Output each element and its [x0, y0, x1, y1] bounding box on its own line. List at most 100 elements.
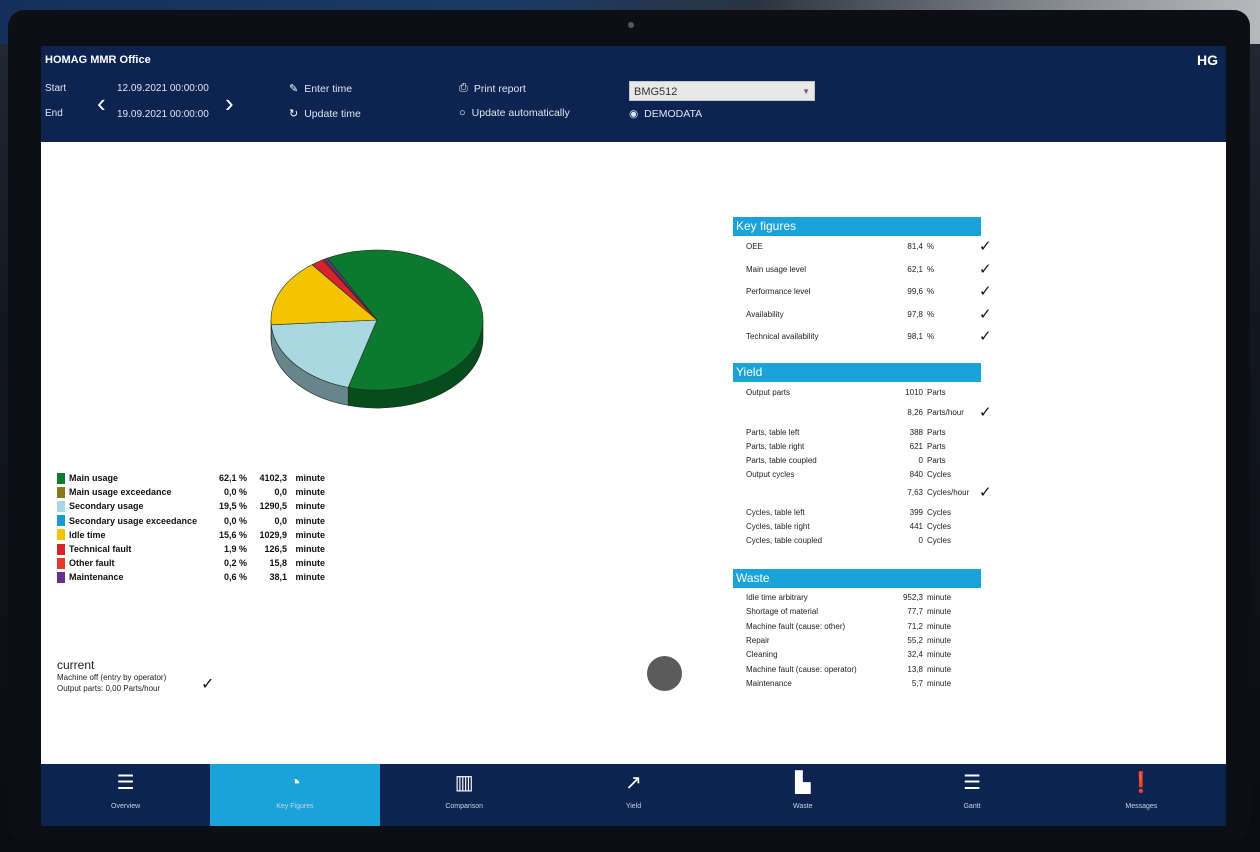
waste-row-name: Repair — [746, 635, 770, 645]
legend-unit: minute — [295, 529, 325, 540]
waste-row-name: Maintenance — [746, 678, 792, 688]
waste-row-name: Machine fault (cause: other) — [746, 621, 846, 631]
legend-row: Idle time 15,6 % 1029,9 minute — [57, 528, 325, 542]
nav-waste[interactable]: ▙ Waste — [718, 764, 887, 826]
key-figures-title: Key figures — [733, 217, 981, 236]
enter-time-label: Enter time — [304, 82, 353, 95]
yield-row-unit: Cycles — [927, 508, 952, 517]
legend-swatch — [57, 486, 65, 498]
yield-row-unit: Cycles — [927, 536, 952, 545]
update-automatically-label: Update automatically — [471, 107, 570, 119]
waste-row-name: Idle time arbitrary — [746, 593, 808, 602]
nav-key-figures[interactable]: ◔ Key Figures — [210, 764, 380, 826]
legend-value: 0,0 — [274, 515, 287, 526]
app-title: HOMAG MMR Office — [45, 54, 151, 66]
nav-label: Comparison — [445, 803, 484, 810]
eye-icon: ◉ — [629, 108, 639, 120]
current-status: current Machine off (entry by operator) … — [57, 658, 166, 694]
nav-label: Yield — [625, 803, 642, 810]
demodata-indicator[interactable]: ◉ DEMODATA — [629, 108, 702, 120]
key_figures-row-value: 62,1 — [907, 264, 923, 274]
enter-time-button[interactable]: ✎ Enter time — [289, 82, 353, 96]
legend-swatch — [57, 529, 65, 541]
check-icon: ✓ — [979, 305, 992, 323]
yield-row-value: 441 — [909, 522, 923, 531]
waste-row-unit: minute — [927, 664, 952, 674]
legend-percent: 62,1 % — [218, 473, 247, 484]
legend-name: Main usage — [69, 473, 119, 484]
legend-unit: minute — [295, 544, 325, 555]
nav-messages[interactable]: ❗ Messages — [1057, 764, 1226, 826]
header-bar: HOMAG MMR Office HG Start End ‹ 12.09.20… — [41, 46, 1226, 142]
legend-name: Technical fault — [69, 544, 132, 555]
yield-row-unit: Cycles/hour — [927, 488, 970, 497]
key_figures-row-name: Availability — [746, 309, 784, 319]
update-time-button[interactable]: ↻ Update time — [289, 107, 361, 121]
machine-select[interactable]: BMG512 ▼ — [629, 81, 815, 101]
refresh-icon: ↻ — [289, 108, 299, 120]
status-indicator-dot[interactable] — [647, 656, 682, 691]
camera — [628, 22, 634, 28]
yield-row-value: 0 — [918, 536, 923, 545]
legend-row: Secondary usage 19,5 % 1290,5 minute — [57, 499, 325, 513]
end-datetime: 19.09.2021 00:00:00 — [117, 109, 209, 120]
pie-chart-svg — [270, 249, 484, 409]
chevron-down-icon: ▼ — [802, 87, 810, 96]
check-icon: ✓ — [979, 328, 992, 346]
legend-swatch — [57, 543, 65, 555]
current-line-1: Machine off (entry by operator) — [57, 673, 167, 682]
legend-value: 4102,3 — [259, 473, 287, 484]
key-figures-rows: OEE 81,4% ✓ Main usage level 62,1% ✓ Performan… — [733, 236, 992, 359]
print-report-button[interactable]: ⎙ Print report — [459, 82, 526, 95]
check-icon: ✓ — [979, 260, 992, 278]
legend-name: Main usage exceedance — [69, 487, 172, 498]
check-icon: ✓ — [979, 283, 992, 301]
waste-panel: Waste Idle time arbitrary 952,3 minute Shor… — [733, 569, 981, 697]
legend-swatch — [57, 557, 65, 569]
waste-row-unit: minute — [927, 650, 952, 660]
next-period-chevron-icon[interactable]: › — [225, 90, 234, 116]
yield-row-value: 840 — [909, 470, 923, 479]
yield-row-value: 388 — [909, 428, 923, 437]
legend-name: Secondary usage — [69, 501, 144, 512]
legend-value: 0,0 — [274, 487, 287, 498]
legend-row: Maintenance 0,6 % 38,1 minute — [57, 570, 325, 584]
legend-swatch — [57, 571, 65, 583]
waste-row-unit: minute — [927, 621, 952, 631]
key_figures-row-unit: % — [927, 287, 935, 297]
yield-row-value: 8,26 — [907, 408, 923, 417]
yield-row-value: 621 — [909, 442, 923, 451]
nav-label: Overview — [111, 803, 141, 810]
gantt-icon: ☰ — [963, 772, 982, 794]
key_figures-row-value: 99,6 — [907, 287, 923, 297]
legend-value: 1290,5 — [259, 501, 287, 512]
yield-row-name: Cycles, table left — [746, 508, 805, 517]
legend-percent: 15,6 % — [218, 529, 247, 540]
waste-row-value: 5,7 — [911, 678, 923, 688]
nav-comparison[interactable]: ▥ Comparison — [380, 764, 549, 826]
pie-chart-icon: ◔ — [288, 772, 301, 794]
previous-period-chevron-icon[interactable]: ‹ — [97, 90, 106, 116]
pie-legend: Main usage 62,1 % 4102,3 minute Main usage e… — [57, 471, 325, 585]
legend-value: 126,5 — [264, 544, 287, 555]
legend-percent: 1,9 % — [223, 544, 247, 555]
check-icon: ✓ — [201, 676, 215, 693]
legend-percent: 0,0 % — [223, 487, 247, 498]
list-icon: ☰ — [116, 772, 135, 794]
yield-row-unit: Parts — [927, 456, 946, 465]
legend-unit: minute — [295, 558, 325, 569]
current-line-2: Output parts: 0,00 Parts/hour — [57, 684, 161, 693]
legend-row: Main usage exceedance 0,0 % 0,0 minute — [57, 485, 325, 499]
waste-row-name: Cleaning — [746, 650, 778, 660]
yield-rows: Output parts 1010 Parts 8,26 Parts/hour ✓ Part… — [733, 382, 992, 552]
printer-icon: ⎙ — [459, 82, 468, 94]
nav-yield[interactable]: ↗ Yield — [549, 764, 718, 826]
key_figures-row-name: OEE — [746, 242, 763, 251]
legend-name: Secondary usage exceedance — [69, 515, 198, 526]
update-automatically-toggle[interactable]: ○ Update automatically — [459, 107, 570, 119]
nav-gantt[interactable]: ☰ Gantt — [887, 764, 1056, 826]
nav-overview[interactable]: ☰ Overview — [41, 764, 210, 826]
legend-swatch — [57, 515, 65, 527]
key_figures-row-value: 98,1 — [907, 332, 923, 342]
yield-row-unit: Cycles — [927, 522, 952, 531]
